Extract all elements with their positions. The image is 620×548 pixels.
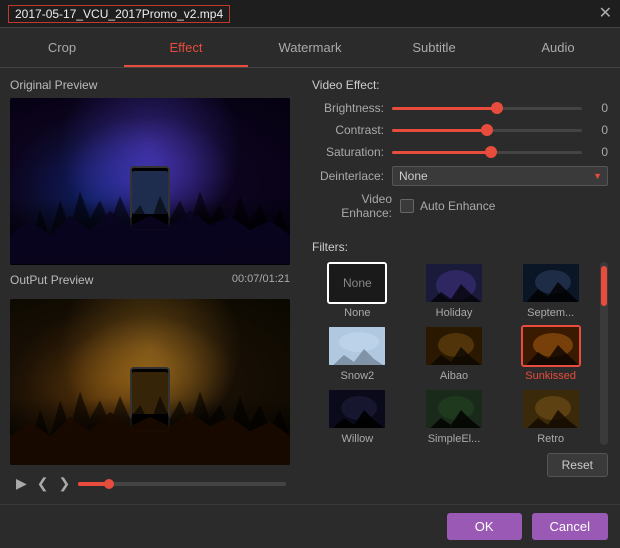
contrast-value: 0: [590, 123, 608, 137]
filters-section: Filters: None None: [312, 240, 608, 494]
contrast-slider[interactable]: [392, 122, 582, 138]
cancel-button[interactable]: Cancel: [532, 513, 608, 540]
filter-september[interactable]: Septem...: [505, 262, 596, 319]
brightness-label: Brightness:: [312, 101, 384, 115]
filter-snow2-label: Snow2: [341, 370, 375, 382]
filter-aibao-thumb: [424, 325, 484, 367]
contrast-row: Contrast: 0: [312, 122, 608, 138]
filter-snow2[interactable]: Snow2: [312, 325, 403, 382]
brightness-value: 0: [590, 101, 608, 115]
original-preview: [10, 98, 290, 265]
filter-holiday-label: Holiday: [436, 307, 473, 319]
filter-willow[interactable]: Willow: [312, 388, 403, 445]
filter-sunkissed-thumb: [521, 325, 581, 367]
filter-sunkissed[interactable]: Sunkissed: [505, 325, 596, 382]
tab-audio[interactable]: Audio: [496, 28, 620, 67]
video-enhance-row: Video Enhance: Auto Enhance: [312, 192, 608, 220]
tab-watermark[interactable]: Watermark: [248, 28, 372, 67]
filter-aibao[interactable]: Aibao: [409, 325, 500, 382]
filter-holiday[interactable]: Holiday: [409, 262, 500, 319]
filter-september-label: Septem...: [527, 307, 574, 319]
filter-retro-label: Retro: [537, 433, 564, 445]
tab-subtitle[interactable]: Subtitle: [372, 28, 496, 67]
main-content: Original Preview OutPut Preview 00:07/01…: [0, 68, 620, 504]
auto-enhance-container: Auto Enhance: [400, 199, 495, 213]
deinterlace-select[interactable]: None Yadif Yadif2x: [392, 166, 608, 186]
filters-grid: None None: [312, 262, 596, 445]
brightness-row: Brightness: 0: [312, 100, 608, 116]
video-effects-section: Video Effect: Brightness: 0 Contrast:: [312, 78, 608, 230]
filter-sunkissed-label: Sunkissed: [525, 370, 576, 382]
action-buttons: OK Cancel: [447, 513, 608, 540]
tab-effect[interactable]: Effect: [124, 28, 248, 67]
filter-none[interactable]: None None: [312, 262, 403, 319]
filter-simpleel-label: SimpleEl...: [428, 433, 481, 445]
filter-simpleel-thumb: [424, 388, 484, 430]
deinterlace-select-wrapper: None Yadif Yadif2x: [392, 166, 608, 186]
filter-retro-thumb: [521, 388, 581, 430]
filter-willow-thumb: [327, 388, 387, 430]
output-header: OutPut Preview 00:07/01:21: [10, 273, 290, 293]
filter-none-label: None: [344, 307, 370, 319]
saturation-slider[interactable]: [392, 144, 582, 160]
playback-controls: ▶ ❮ ❯: [10, 473, 290, 494]
close-button[interactable]: ✕: [599, 6, 612, 22]
video-effects-title: Video Effect:: [312, 78, 608, 92]
play-button[interactable]: ▶: [14, 473, 29, 494]
filter-snow2-thumb: [327, 325, 387, 367]
filter-simpleel[interactable]: SimpleEl...: [409, 388, 500, 445]
reset-button[interactable]: Reset: [547, 453, 608, 477]
bottom-bar: OK Cancel: [0, 504, 620, 548]
filter-scrollbar-thumb: [601, 266, 607, 306]
filter-willow-label: Willow: [341, 433, 373, 445]
filter-aibao-label: Aibao: [440, 370, 468, 382]
original-preview-label: Original Preview: [10, 78, 290, 92]
tab-bar: Crop Effect Watermark Subtitle Audio: [0, 28, 620, 68]
filter-retro[interactable]: Retro: [505, 388, 596, 445]
saturation-row: Saturation: 0: [312, 144, 608, 160]
next-button[interactable]: ❯: [57, 473, 73, 494]
filter-scrollbar[interactable]: [600, 262, 608, 445]
filter-holiday-thumb: [424, 262, 484, 304]
tab-crop[interactable]: Crop: [0, 28, 124, 67]
contrast-label: Contrast:: [312, 123, 384, 137]
saturation-value: 0: [590, 145, 608, 159]
video-enhance-label: Video Enhance:: [312, 192, 392, 220]
deinterlace-row: Deinterlace: None Yadif Yadif2x: [312, 166, 608, 186]
filters-wrapper: None None: [312, 262, 608, 445]
output-preview-label: OutPut Preview: [10, 273, 93, 287]
title-bar: 2017-05-17_VCU_2017Promo_v2.mp4 ✕: [0, 0, 620, 28]
filters-grid-container: None None: [312, 262, 596, 445]
ok-button[interactable]: OK: [447, 513, 522, 540]
left-panel: Original Preview OutPut Preview 00:07/01…: [0, 68, 300, 504]
right-panel: Video Effect: Brightness: 0 Contrast:: [300, 68, 620, 504]
progress-thumb: [104, 479, 114, 489]
filter-none-thumb: None: [327, 262, 387, 304]
filters-title: Filters:: [312, 240, 608, 254]
prev-button[interactable]: ❮: [35, 473, 51, 494]
saturation-label: Saturation:: [312, 145, 384, 159]
time-display: 00:07/01:21: [232, 273, 290, 293]
progress-bar[interactable]: [78, 482, 286, 486]
filename-label: 2017-05-17_VCU_2017Promo_v2.mp4: [8, 5, 230, 23]
output-preview: [10, 299, 290, 466]
filter-september-thumb: [521, 262, 581, 304]
auto-enhance-checkbox[interactable]: [400, 199, 414, 213]
deinterlace-label: Deinterlace:: [312, 169, 384, 183]
auto-enhance-label: Auto Enhance: [420, 199, 495, 213]
brightness-slider[interactable]: [392, 100, 582, 116]
